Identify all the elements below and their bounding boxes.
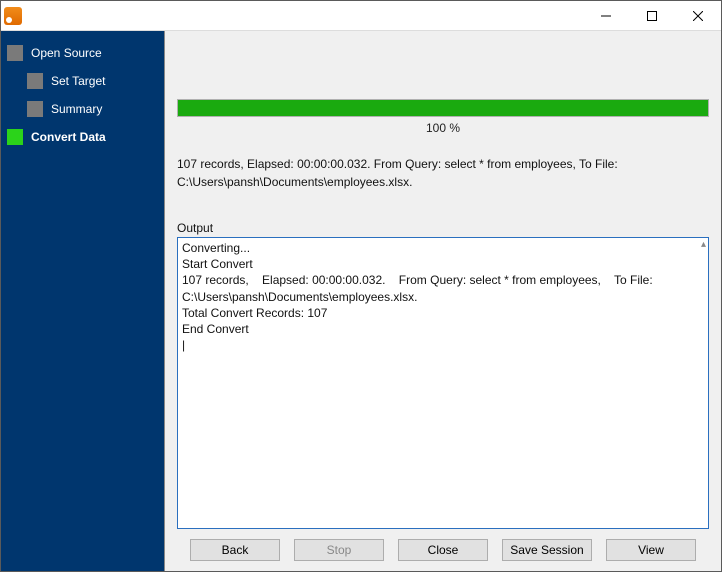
sidebar-item-convert-data[interactable]: Convert Data [1,123,164,151]
app-icon [4,7,22,25]
sidebar-item-label: Open Source [31,46,102,60]
sidebar: Open Source Set Target Summary Convert D… [1,31,164,571]
minimize-button[interactable] [583,1,629,30]
save-session-button[interactable]: Save Session [502,539,592,561]
close-window-button[interactable] [675,1,721,30]
output-textarea[interactable]: ▴ Converting... Start Convert 107 records… [177,237,709,529]
step-node-icon [27,73,43,89]
main-panel: 100 % 107 records, Elapsed: 00:00:00.032… [164,31,721,571]
back-button[interactable]: Back [190,539,280,561]
output-label: Output [177,221,709,235]
window-controls [583,1,721,30]
sidebar-item-open-source[interactable]: Open Source [1,39,164,67]
titlebar [1,1,721,31]
output-text: Converting... Start Convert 107 records,… [182,241,656,352]
sidebar-item-label: Summary [51,102,102,116]
summary-line: 107 records, Elapsed: 00:00:00.032. From… [177,155,709,173]
content: Open Source Set Target Summary Convert D… [1,31,721,571]
output-section: Output ▴ Converting... Start Convert 107 … [177,221,709,529]
scroll-up-icon: ▴ [701,238,706,252]
progress-percent-label: 100 % [426,121,460,135]
maximize-button[interactable] [629,1,675,30]
sidebar-item-label: Set Target [51,74,105,88]
titlebar-left [1,7,28,25]
progress-bar [177,99,709,117]
summary-text: 107 records, Elapsed: 00:00:00.032. From… [177,155,709,191]
progress-fill [178,100,708,116]
close-button[interactable]: Close [398,539,488,561]
step-node-icon [7,129,23,145]
view-button[interactable]: View [606,539,696,561]
button-row: Back Stop Close Save Session View [177,529,709,561]
sidebar-item-label: Convert Data [31,130,106,144]
spacer [177,39,709,99]
step-node-icon [27,101,43,117]
sidebar-item-summary[interactable]: Summary [1,95,164,123]
progress-section: 100 % [177,99,709,135]
stop-button: Stop [294,539,384,561]
step-node-icon [7,45,23,61]
summary-line: C:\Users\pansh\Documents\employees.xlsx. [177,173,709,191]
sidebar-item-set-target[interactable]: Set Target [1,67,164,95]
